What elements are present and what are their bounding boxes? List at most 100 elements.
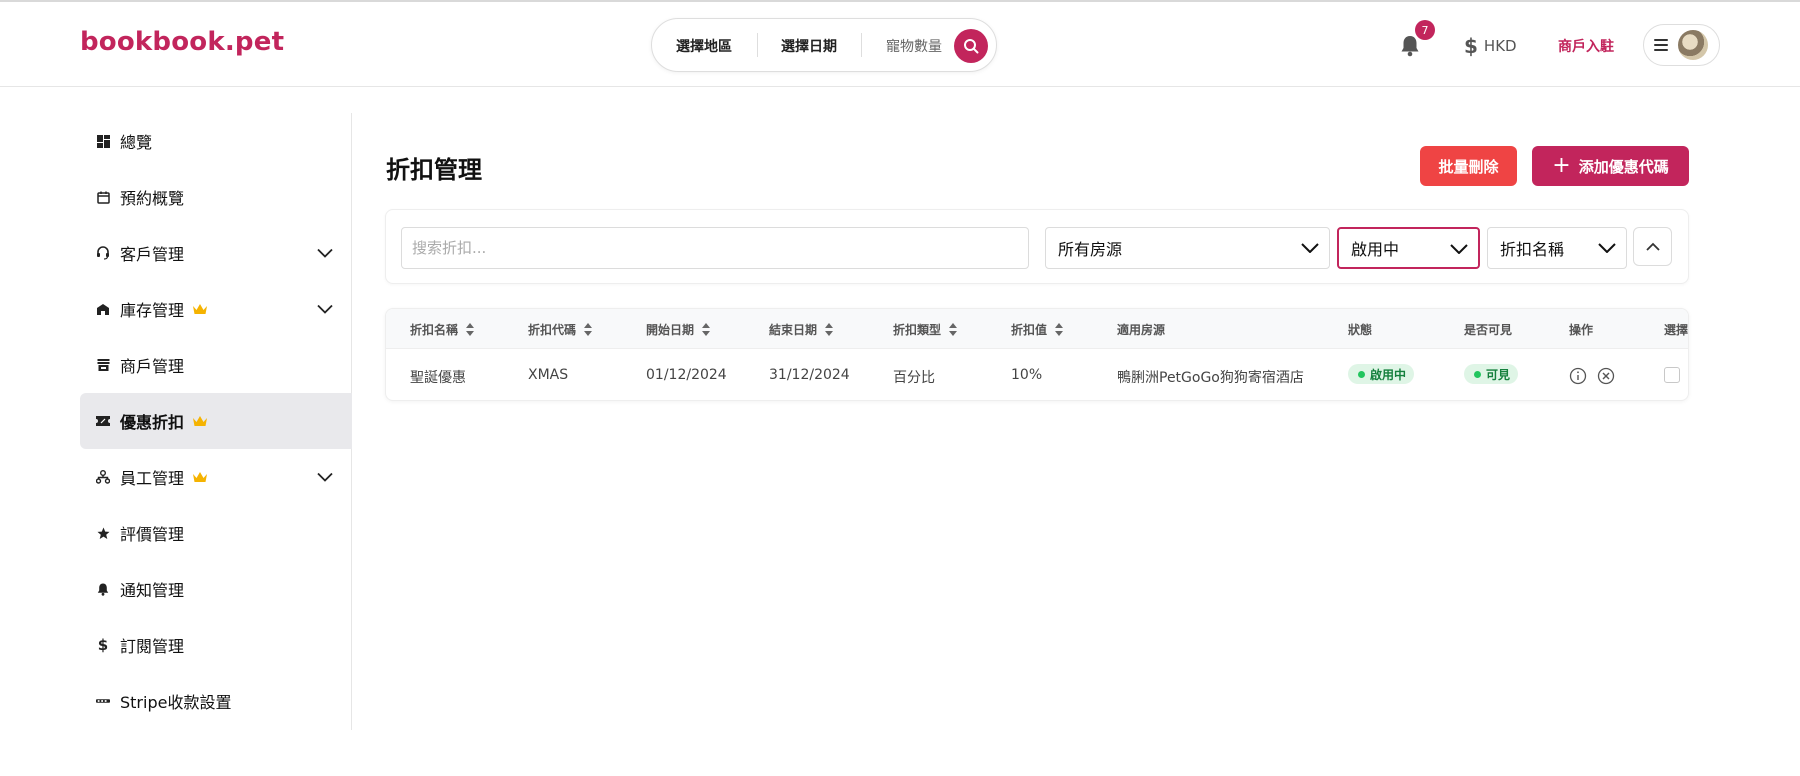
column-header-visible: 是否可見: [1464, 323, 1513, 337]
column-header-start-date[interactable]: 開始日期: [646, 321, 711, 338]
avatar: [1678, 30, 1708, 60]
sort-icon: [466, 323, 475, 336]
sidebar-item-reviews[interactable]: 評價管理: [80, 505, 352, 561]
ticket-icon: [96, 414, 110, 428]
column-header-type[interactable]: 折扣類型: [893, 321, 958, 338]
deactivate-icon[interactable]: [1597, 367, 1615, 385]
chevron-down-icon[interactable]: [317, 472, 333, 482]
sort-field-value: 折扣名稱: [1500, 240, 1565, 259]
column-header-actions: 操作: [1569, 323, 1594, 337]
add-coupon-button[interactable]: + 添加優惠代碼: [1532, 146, 1689, 186]
property-filter-value: 所有房源: [1058, 240, 1123, 259]
cell-value: 10%: [1011, 367, 1043, 383]
stripe-icon: [96, 694, 110, 708]
chevron-down-icon[interactable]: [317, 304, 333, 314]
calendar-icon: [96, 190, 110, 204]
currency-selector[interactable]: $ HKD: [1464, 34, 1517, 58]
discount-search-input[interactable]: [401, 227, 1029, 269]
merchant-signup-link[interactable]: 商戶入駐: [1558, 36, 1614, 56]
sort-icon: [949, 323, 958, 336]
premium-crown-icon: [193, 472, 207, 482]
cell-type: 百分比: [893, 370, 935, 386]
sidebar-item-discounts[interactable]: 優惠折扣: [80, 393, 352, 449]
hamburger-icon: [1654, 39, 1668, 51]
sidebar-item-staff[interactable]: 員工管理: [80, 449, 352, 505]
sidebar-item-label: 客戶管理: [120, 245, 185, 264]
premium-crown-icon: [193, 416, 207, 426]
search-icon: [964, 39, 979, 54]
org-chart-icon: [96, 470, 110, 484]
site-logo[interactable]: bookbook.pet: [80, 27, 284, 57]
status-filter-select[interactable]: 啟用中: [1337, 227, 1480, 269]
pet-count-selector[interactable]: 寵物數量: [886, 36, 942, 56]
column-header-name[interactable]: 折扣名稱: [410, 321, 475, 338]
chevron-down-icon: [1598, 243, 1616, 253]
cell-name: 聖誕優惠: [410, 370, 466, 386]
status-badge: 啟用中: [1348, 364, 1415, 384]
status-filter-value: 啟用中: [1351, 240, 1400, 259]
sort-icon: [1055, 323, 1064, 336]
column-header-select: 選擇: [1664, 323, 1689, 337]
search-divider: [861, 33, 862, 57]
add-coupon-label: 添加優惠代碼: [1578, 157, 1669, 176]
sort-direction-button[interactable]: [1633, 227, 1672, 266]
sidebar-item-notifications[interactable]: 通知管理: [80, 561, 352, 617]
sort-icon: [584, 323, 593, 336]
column-header-end-date[interactable]: 結束日期: [769, 321, 834, 338]
column-header-status: 狀態: [1348, 323, 1373, 337]
date-selector[interactable]: 選擇日期: [781, 36, 837, 56]
chevron-down-icon[interactable]: [317, 248, 333, 258]
column-header-value[interactable]: 折扣值: [1011, 321, 1064, 338]
search-bar[interactable]: 選擇地區 選擇日期 寵物數量: [651, 18, 997, 72]
column-header-property: 適用房源: [1117, 323, 1166, 337]
chevron-down-icon: [1450, 244, 1468, 254]
table-header: 折扣名稱 折扣代碼 開始日期 結束日期 折扣類型 折扣值 適用房源 狀態 是否可…: [386, 309, 1689, 349]
user-menu-button[interactable]: [1643, 24, 1720, 66]
sidebar-item-stripe[interactable]: Stripe收款設置: [80, 673, 352, 729]
sidebar-item-overview[interactable]: 總覽: [80, 113, 352, 169]
dollar-icon: $: [1464, 34, 1478, 58]
filter-panel: 所有房源 啟用中 折扣名稱: [385, 209, 1689, 284]
sort-icon: [702, 323, 711, 336]
sidebar-item-subscription[interactable]: $ 訂閱管理: [80, 617, 352, 673]
search-button[interactable]: [954, 29, 988, 63]
sidebar-item-label: 通知管理: [120, 581, 185, 600]
region-selector[interactable]: 選擇地區: [676, 36, 732, 56]
chevron-up-icon: [1645, 242, 1660, 251]
currency-label: HKD: [1483, 37, 1517, 55]
premium-crown-icon: [193, 304, 207, 314]
sidebar-item-label: 優惠折扣: [120, 413, 185, 432]
search-divider: [757, 33, 758, 57]
bulk-delete-button[interactable]: 批量刪除: [1420, 146, 1517, 186]
row-select-checkbox[interactable]: [1664, 367, 1680, 383]
sidebar-item-label: 訂閱管理: [120, 637, 185, 656]
bell-icon: [96, 582, 110, 596]
sidebar-item-inventory[interactable]: 庫存管理: [80, 281, 352, 337]
top-header: bookbook.pet 選擇地區 選擇日期 寵物數量 7 $ HKD 商戶入駐: [0, 2, 1800, 87]
sidebar-item-label: 總覽: [120, 133, 153, 152]
info-icon[interactable]: [1569, 367, 1587, 385]
chevron-down-icon: [1301, 243, 1319, 253]
sort-icon: [825, 323, 834, 336]
sidebar-item-bookings[interactable]: 預約概覽: [80, 169, 352, 225]
visibility-badge: 可見: [1464, 364, 1519, 384]
notification-count-badge: 7: [1415, 20, 1435, 40]
plus-icon: +: [1552, 153, 1571, 178]
dashboard-icon: [96, 134, 110, 148]
cell-end-date: 31/12/2024: [769, 367, 850, 383]
sidebar: 總覽 預約概覽 客戶管理 庫存管理 商戶管理 優惠折扣 員工管理 評價管理 通知…: [80, 113, 352, 730]
property-filter-select[interactable]: 所有房源: [1045, 227, 1330, 269]
sidebar-item-label: 員工管理: [120, 469, 185, 488]
sort-field-select[interactable]: 折扣名稱: [1487, 227, 1627, 269]
sidebar-item-label: 商戶管理: [120, 357, 185, 376]
column-header-code[interactable]: 折扣代碼: [528, 321, 593, 338]
discount-table: 折扣名稱 折扣代碼 開始日期 結束日期 折扣類型 折扣值 適用房源 狀態 是否可…: [385, 308, 1689, 401]
store-icon: [96, 302, 110, 316]
bulk-delete-label: 批量刪除: [1438, 157, 1499, 176]
sidebar-item-label: Stripe收款設置: [120, 693, 232, 712]
cell-code: XMAS: [528, 367, 569, 383]
cell-start-date: 01/12/2024: [646, 367, 727, 383]
sidebar-item-customers[interactable]: 客戶管理: [80, 225, 352, 281]
sidebar-item-label: 預約概覽: [120, 189, 185, 208]
sidebar-item-merchant[interactable]: 商戶管理: [80, 337, 352, 393]
